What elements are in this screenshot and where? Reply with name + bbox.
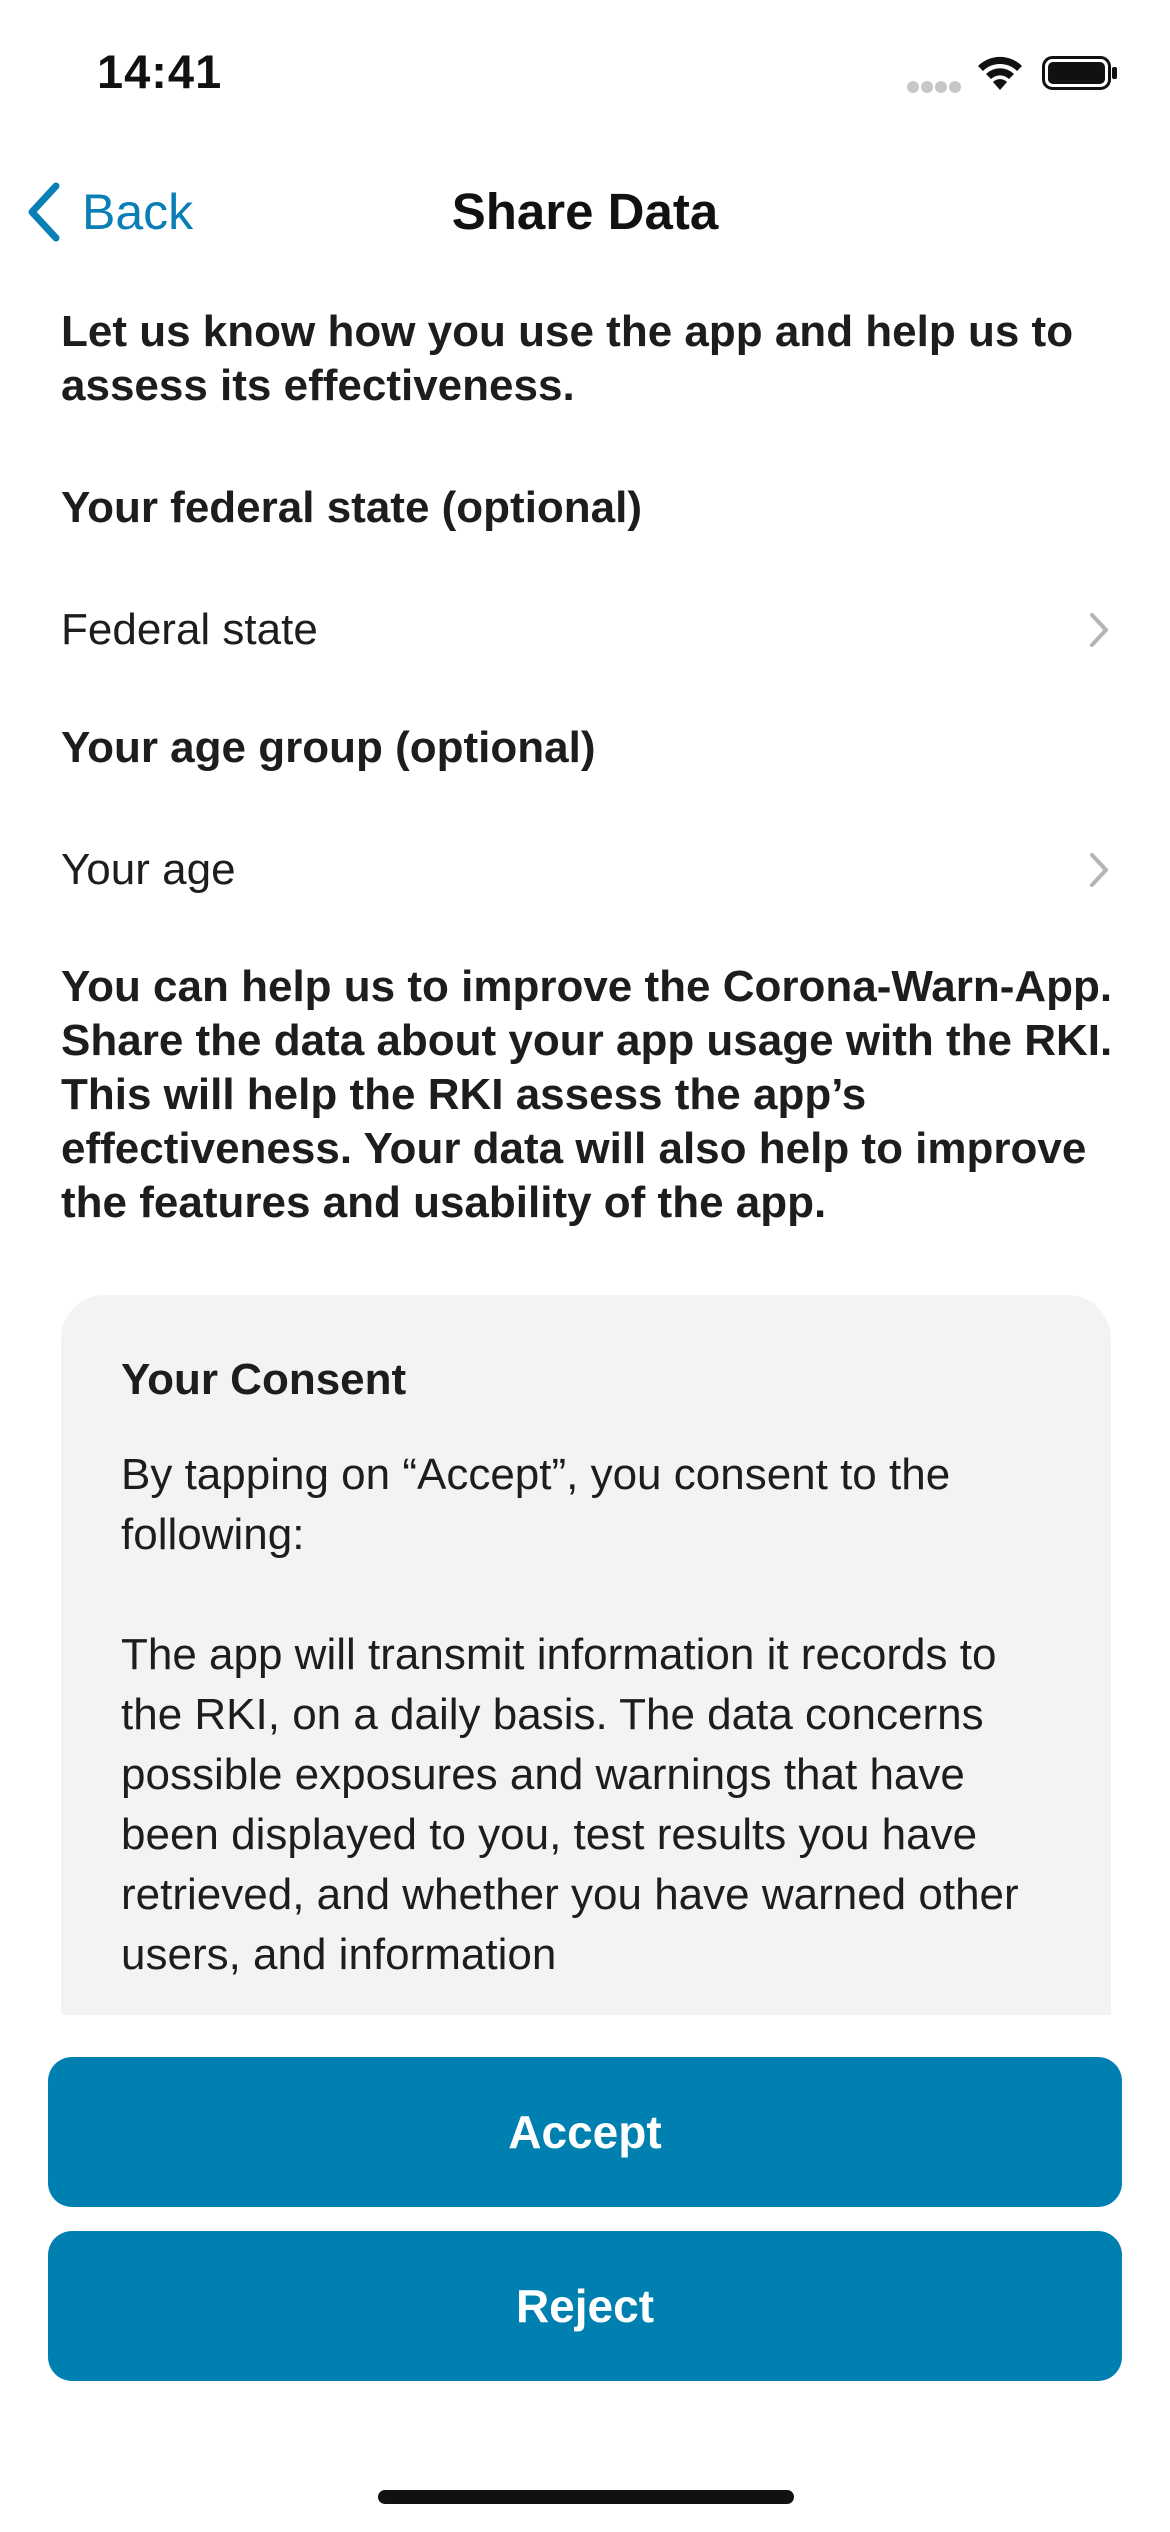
federal-state-heading: Your federal state (optional) [61,483,643,532]
back-button[interactable]: Back [22,172,193,252]
info-text: You can help us to improve the Corona-Wa… [61,962,1113,1227]
chevron-right-icon [1090,613,1108,647]
accept-button[interactable]: Accept [48,2057,1122,2207]
back-label: Back [82,184,194,240]
battery-icon [1042,56,1117,90]
status-bar: 14:41 [0,0,1170,150]
consent-title: Your Consent [121,1355,407,1404]
consent-paragraph-1: By tapping on “Accept”, you consent to t… [121,1450,951,1559]
chevron-right-icon [1090,853,1108,887]
wifi-icon [978,56,1022,90]
chevron-left-icon [28,182,60,242]
status-time: 14:41 [97,45,223,98]
federal-state-selector[interactable]: Federal state [61,590,1111,670]
age-group-value: Your age [61,845,236,894]
consent-card: Your Consent By tapping on “Accept”, you… [61,1295,1111,2015]
reject-button[interactable]: Reject [48,2231,1122,2381]
consent-paragraph-2: The app will transmit information it rec… [121,1630,1019,1979]
home-indicator[interactable] [378,2490,794,2504]
navigation-bar: Share Data Back [0,160,1170,260]
intro-text: Let us know how you use the app and help… [61,307,1074,410]
federal-state-value: Federal state [61,605,318,654]
consent-content: Your Consent By tapping on “Accept”, you… [121,1355,1051,2015]
share-data-screen: 14:41 Share Data Back Let us know how yo… [0,0,1170,2532]
cellular-signal-icon [907,81,961,93]
intro-section: Let us know how you use the app and help… [61,305,1111,413]
age-group-selector[interactable]: Your age [61,830,1111,910]
age-group-heading: Your age group (optional) [61,723,596,772]
